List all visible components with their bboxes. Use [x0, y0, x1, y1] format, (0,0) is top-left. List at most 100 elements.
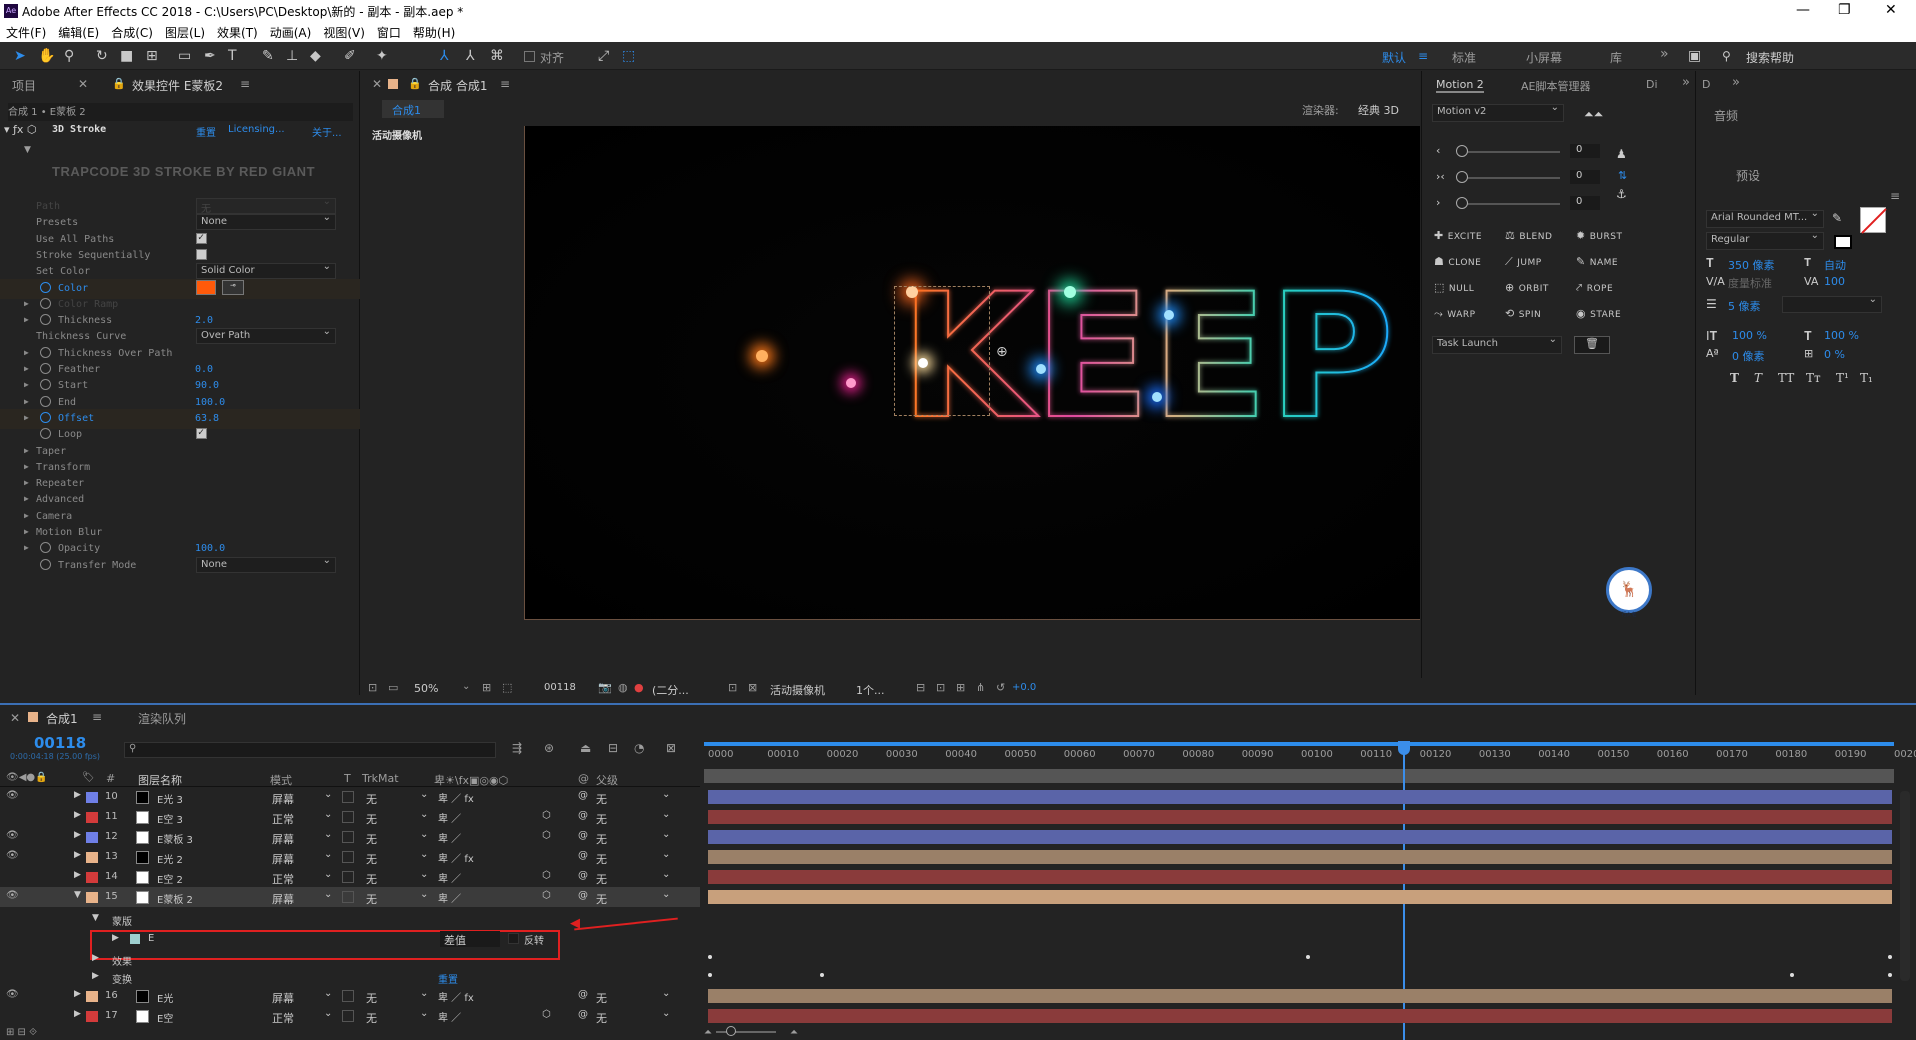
tracking-value[interactable]: 100 [1824, 275, 1845, 288]
3d-layer-icon[interactable]: ⬡ [542, 810, 551, 821]
motion-spin-button[interactable]: ⟲ SPIN [1505, 307, 1541, 320]
close-button[interactable]: ✕ [1885, 2, 1897, 18]
color-swatch[interactable] [196, 279, 216, 295]
switches-icon[interactable]: 卑 ／ [438, 870, 461, 885]
expand-arrow-icon[interactable]: ▶ [24, 478, 29, 487]
menu-file[interactable]: 文件(F) [0, 22, 52, 41]
leading-value[interactable]: 自动 [1824, 257, 1846, 273]
visibility-eye-icon[interactable] [6, 1009, 9, 1020]
tsume-value[interactable]: 0 % [1824, 348, 1845, 361]
zoom-slider-handle[interactable] [726, 1026, 736, 1036]
chevron-down-icon[interactable]: ⌄ [662, 789, 670, 800]
exposure-value[interactable]: +0.0 [1012, 682, 1036, 693]
stopwatch-icon[interactable] [40, 428, 51, 440]
font-size-value[interactable]: 350 像素 [1728, 257, 1775, 273]
expand-arrow-icon[interactable]: ▶ [24, 494, 29, 503]
workspace-small-screen[interactable]: 小屏幕 [1526, 49, 1562, 66]
baseline-shift-value[interactable]: 0 像素 [1732, 348, 1765, 364]
slider-value[interactable]: 0 [1570, 170, 1600, 184]
more-panels-icon[interactable]: » [1682, 75, 1690, 90]
tab-di[interactable]: Di [1646, 78, 1658, 91]
expand-arrow-icon[interactable]: ▶ [24, 397, 29, 406]
region-of-interest-icon[interactable]: ⊡ [728, 681, 737, 694]
chevron-down-icon[interactable]: ⌄ [324, 889, 332, 900]
expand-arrow-icon[interactable]: ▶ [24, 299, 29, 308]
eyedropper-icon[interactable]: ✎ [1832, 211, 1842, 225]
motion-preset-dropdown[interactable]: Motion v2 [1432, 102, 1564, 122]
zoom-dropdown[interactable]: 50% [414, 682, 438, 695]
pen-tool-icon[interactable]: ✒ [204, 48, 216, 64]
fast-previews-icon[interactable]: ⊡ [936, 681, 945, 694]
subscript-button[interactable]: T₁ [1860, 371, 1873, 385]
chevron-down-icon[interactable]: ⌄ [324, 988, 332, 999]
always-preview-icon[interactable]: ⊡ [368, 681, 377, 694]
layer-name[interactable]: E光 [157, 990, 173, 1005]
shy-layers-icon[interactable]: ⏏ [580, 741, 591, 755]
layer-name[interactable]: E光 3 [157, 791, 183, 806]
stroke-order-dropdown[interactable] [1782, 294, 1882, 313]
chevron-down-icon[interactable]: ⌄ [324, 809, 332, 820]
prop-value[interactable]: 100.0 [195, 397, 225, 408]
layer-label-color[interactable] [86, 872, 98, 883]
visibility-eye-icon[interactable]: 👁 [6, 989, 19, 1000]
snap-option-icon[interactable]: ⤢ [598, 48, 609, 64]
stopwatch-icon[interactable] [40, 281, 51, 293]
layer-expand-arrow-icon[interactable]: ▶ [74, 830, 81, 840]
layer-name[interactable]: E空 2 [157, 871, 183, 886]
expand-arrow-icon[interactable]: ▶ [24, 380, 29, 389]
view-axis-icon[interactable]: ⌘ [490, 48, 504, 64]
about-link[interactable]: 关于... [312, 124, 342, 139]
layer-bounding-box[interactable] [894, 286, 990, 416]
prop-dropdown[interactable]: Solid Color [196, 261, 336, 280]
layer-trkmat[interactable]: 无 [366, 990, 377, 1006]
stopwatch-icon[interactable] [40, 379, 51, 391]
layer-mode[interactable]: 正常 [272, 871, 294, 887]
preserve-transparency-checkbox[interactable] [342, 811, 354, 823]
swap-icon[interactable]: ⇅ [1618, 169, 1627, 182]
task-launch-dropdown[interactable]: Task Launch [1432, 334, 1562, 354]
layer-mode[interactable]: 屏幕 [272, 990, 294, 1006]
layer-expand-arrow-icon[interactable]: ▶ [74, 790, 81, 800]
layer-row[interactable]: 👁 ▶ 16 E光 屏幕 ⌄ 无 ⌄ 卑 ／ fx @ 无 ⌄ [0, 986, 700, 1006]
monitor-icon[interactable]: ▭ [388, 681, 398, 694]
chevron-down-icon[interactable]: ⌄ [662, 1008, 670, 1019]
reset-exposure-icon[interactable]: ↺ [996, 681, 1005, 694]
frame-blending-icon[interactable]: ⊟ [608, 741, 618, 755]
layer-expand-arrow-icon[interactable]: ▶ [74, 1009, 81, 1019]
menu-help[interactable]: 帮助(H) [407, 22, 461, 41]
superscript-button[interactable]: T¹ [1836, 371, 1849, 385]
delete-button[interactable]: 🗑 [1574, 336, 1610, 354]
layer-duration-bar[interactable] [708, 850, 1892, 864]
work-area-bar[interactable] [704, 742, 1894, 746]
menu-window[interactable]: 窗口 [371, 22, 407, 41]
graph-icon[interactable]: ⏶⏶ [1584, 107, 1603, 122]
faux-italic-button[interactable]: T [1754, 371, 1762, 385]
preserve-transparency-checkbox[interactable] [342, 990, 354, 1002]
stroke-color-swatch[interactable] [1834, 235, 1852, 249]
chevron-down-icon[interactable]: ⌄ [662, 988, 670, 999]
motion-warp-button[interactable]: ⤳ WARP [1434, 307, 1476, 321]
layer-row[interactable]: 👁 ▶ 10 E光 3 屏幕 ⌄ 无 ⌄ 卑 ／ fx @ 无 ⌄ [0, 787, 700, 807]
prop-value[interactable]: 63.8 [195, 413, 219, 424]
playhead-handle[interactable] [1398, 741, 1410, 755]
slider-handle[interactable] [1456, 197, 1468, 209]
keyframe-marker[interactable] [1306, 955, 1310, 959]
stopwatch-icon[interactable] [40, 314, 51, 326]
font-style-dropdown[interactable]: Regular [1706, 230, 1824, 250]
anchor-icon[interactable]: ⚓ [1616, 187, 1627, 201]
layer-name[interactable]: E空 3 [157, 811, 183, 826]
mask-visibility-icon[interactable]: ⬚ [502, 681, 512, 694]
chevron-down-icon[interactable]: ⌄ [662, 869, 670, 880]
close-tab-icon[interactable]: ✕ [78, 77, 88, 91]
preserve-transparency-checkbox[interactable] [342, 891, 354, 903]
minimize-button[interactable]: — [1796, 2, 1810, 18]
licensing-link[interactable]: Licensing... [228, 124, 285, 135]
layer-expand-arrow-icon[interactable]: ▶ [74, 989, 81, 999]
transform-reset-link[interactable]: 重置 [438, 971, 458, 986]
preserve-transparency-checkbox[interactable] [342, 1010, 354, 1022]
3d-layer-icon[interactable]: ⬡ [542, 870, 551, 881]
3d-layer-icon[interactable]: ⬡ [542, 1009, 551, 1020]
hand-tool-icon[interactable]: ✋ [38, 48, 55, 64]
chevron-down-icon[interactable]: ⌄ [662, 889, 670, 900]
prop-dropdown[interactable]: 无 [196, 196, 336, 215]
